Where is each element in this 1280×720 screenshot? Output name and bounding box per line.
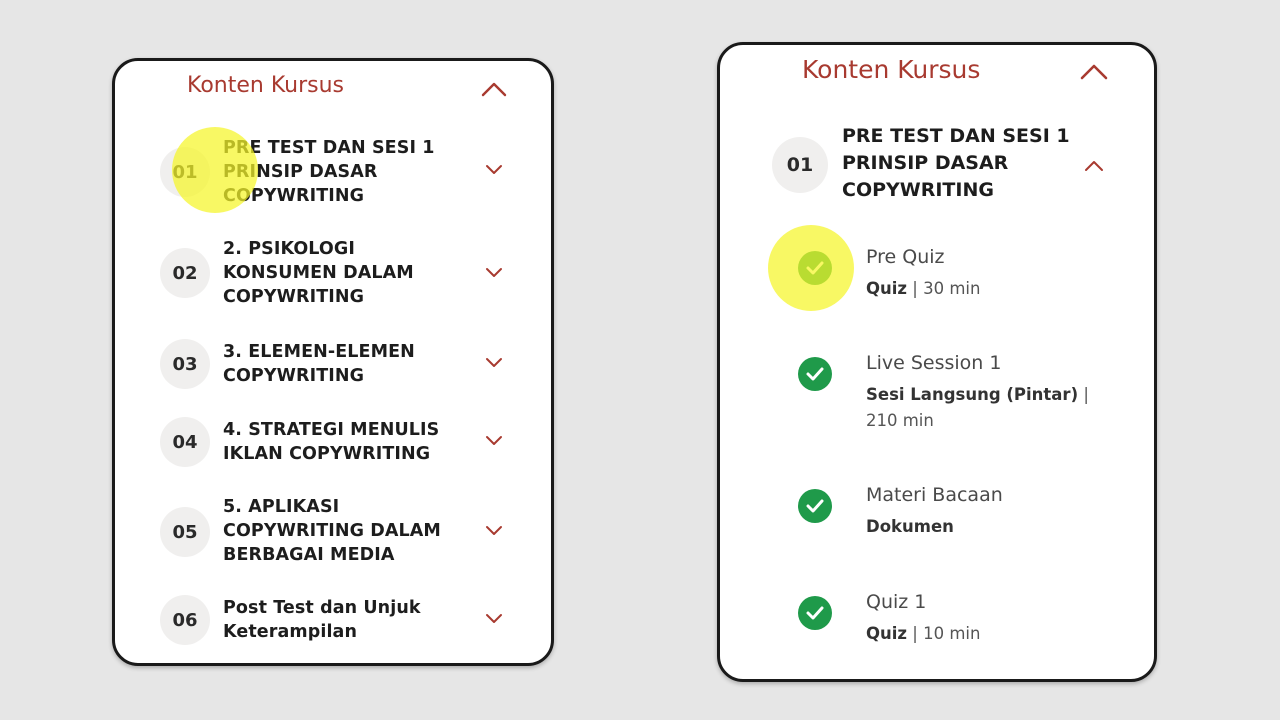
check-circle-icon (798, 357, 832, 391)
course-content-panel-collapsed: Konten Kursus 01 PRE TEST DAN SESI 1 PRI… (112, 58, 554, 666)
panel-title: Konten Kursus (187, 73, 345, 98)
lesson-title: Quiz 1 (866, 591, 927, 613)
section-row-01[interactable]: 01 PRE TEST DAN SESI 1 PRINSIP DASAR COP… (115, 136, 551, 208)
chevron-down-icon[interactable] (485, 525, 503, 537)
section-title: 3. ELEMEN-ELEMEN COPYWRITING (223, 342, 415, 386)
section-title: PRE TEST DAN SESI 1 PRINSIP DASAR COPYWR… (223, 138, 435, 206)
section-number: 02 (160, 248, 210, 298)
chevron-down-icon[interactable] (485, 357, 503, 369)
section-row-03[interactable]: 03 3. ELEMEN-ELEMEN COPYWRITING (115, 339, 551, 389)
lesson-duration: 10 min (923, 624, 981, 643)
lesson-title: Materi Bacaan (866, 484, 1003, 506)
lesson-item-pre-quiz[interactable]: Pre Quiz Quiz | 30 min (720, 243, 1154, 313)
section-title: 4. STRATEGI MENULIS IKLAN COPYWRITING (223, 420, 440, 464)
section-number: 03 (160, 339, 210, 389)
lesson-type: Quiz (866, 279, 908, 298)
lesson-duration: 210 min (866, 411, 934, 430)
section-row-02[interactable]: 02 2. PSIKOLOGI KONSUMEN DALAM COPYWRITI… (115, 237, 551, 309)
lesson-item-materi-bacaan[interactable]: Materi Bacaan Dokumen (720, 481, 1154, 551)
section-title: 5. APLIKASI COPYWRITING DALAM BERBAGAI M… (223, 497, 441, 565)
chevron-down-icon[interactable] (485, 164, 503, 176)
section-title: Post Test dan Unjuk Keterampilan (223, 598, 421, 642)
lesson-meta: Quiz | 30 min (866, 276, 1116, 302)
section-number: 05 (160, 507, 210, 557)
section-number: 01 (160, 147, 210, 197)
lesson-meta: Dokumen (866, 514, 1116, 540)
lesson-duration: 30 min (923, 279, 981, 298)
meta-separator: | (907, 279, 924, 298)
chevron-down-icon[interactable] (485, 435, 503, 447)
lesson-type: Dokumen (866, 517, 954, 536)
chevron-up-icon[interactable] (481, 81, 507, 97)
check-circle-icon (798, 251, 832, 285)
meta-separator: | (907, 624, 924, 643)
section-row-04[interactable]: 04 4. STRATEGI MENULIS IKLAN COPYWRITING (115, 417, 551, 467)
section-title: 2. PSIKOLOGI KONSUMEN DALAM COPYWRITING (223, 239, 414, 307)
course-content-panel-expanded: Konten Kursus 01 PRE TEST DAN SESI 1 PRI… (717, 42, 1157, 682)
section-title: PRE TEST DAN SESI 1 PRINSIP DASAR COPYWR… (842, 125, 1070, 201)
check-circle-icon (798, 489, 832, 523)
lesson-title: Pre Quiz (866, 246, 945, 268)
lesson-meta: Sesi Langsung (Pintar) | 210 min (866, 382, 1106, 434)
section-number: 04 (160, 417, 210, 467)
lesson-type: Sesi Langsung (Pintar) (866, 385, 1079, 404)
meta-separator: | (1078, 385, 1089, 404)
section-row-06[interactable]: 06 Post Test dan Unjuk Keterampilan (115, 595, 551, 645)
section-number: 06 (160, 595, 210, 645)
chevron-down-icon[interactable] (485, 613, 503, 625)
chevron-up-icon[interactable] (1080, 63, 1108, 81)
lesson-item-quiz-1[interactable]: Quiz 1 Quiz | 10 min (720, 588, 1154, 658)
chevron-down-icon[interactable] (485, 267, 503, 279)
lesson-item-live-session-1[interactable]: Live Session 1 Sesi Langsung (Pintar) | … (720, 349, 1154, 439)
lesson-type: Quiz (866, 624, 908, 643)
lesson-title: Live Session 1 (866, 352, 1002, 374)
panel-title: Konten Kursus (802, 55, 981, 84)
section-row-05[interactable]: 05 5. APLIKASI COPYWRITING DALAM BERBAGA… (115, 495, 551, 569)
lesson-meta: Quiz | 10 min (866, 621, 1116, 647)
section-number: 01 (772, 137, 828, 193)
chevron-up-icon[interactable] (1084, 159, 1104, 172)
check-circle-icon (798, 596, 832, 630)
